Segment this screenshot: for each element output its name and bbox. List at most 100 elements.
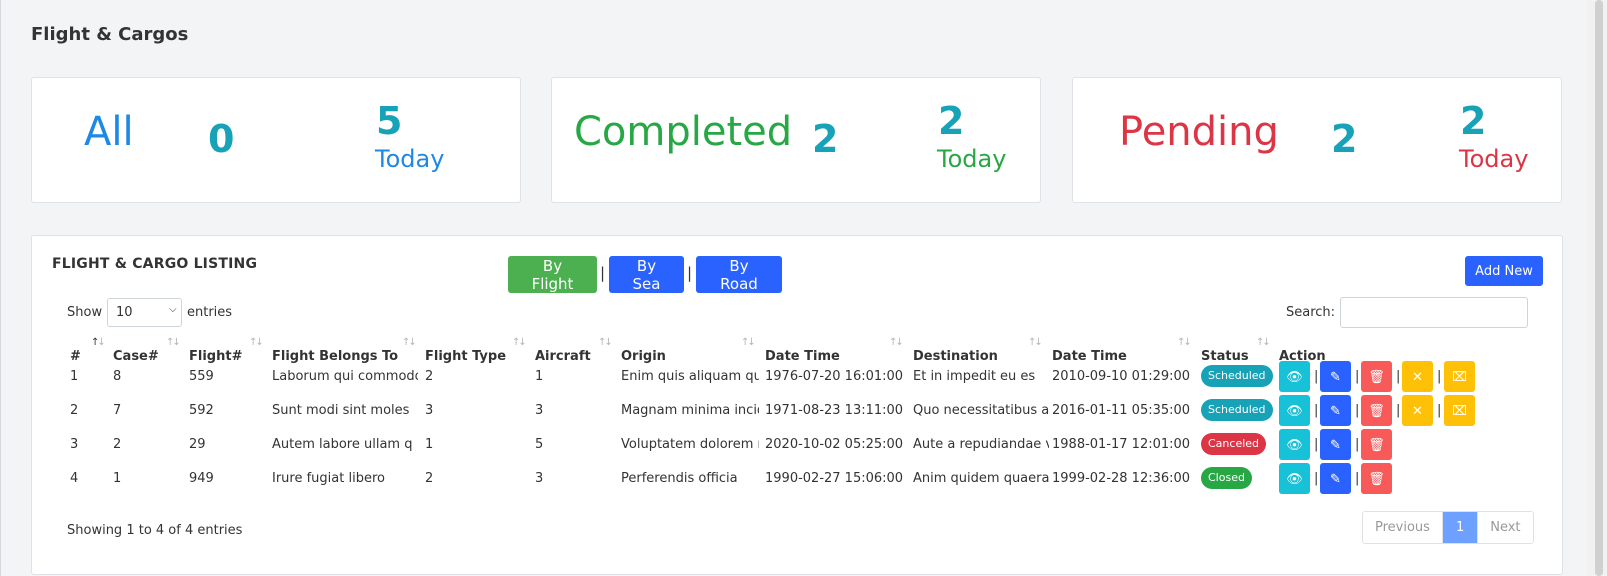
by-road-button[interactable]: By Road bbox=[696, 256, 782, 293]
delete-button[interactable]: 🗑 bbox=[1361, 429, 1392, 460]
stat-card-all: All 0 5 Today bbox=[31, 77, 521, 203]
stat-today-count: 5 bbox=[376, 99, 403, 143]
sort-icon[interactable]: ↑↓ bbox=[91, 337, 106, 348]
cell-flight-type: 1 bbox=[425, 437, 434, 452]
view-button[interactable]: 👁 bbox=[1279, 361, 1310, 392]
cell-destination: Quo necessitatibus a bbox=[913, 403, 1049, 418]
eye-icon: 👁 bbox=[1286, 368, 1303, 384]
cell-belongs-to: Autem labore ullam q bbox=[272, 437, 413, 452]
view-button[interactable]: 👁 bbox=[1279, 429, 1310, 460]
stat-count: 0 bbox=[208, 117, 235, 161]
sort-icon[interactable]: ↑↓ bbox=[512, 337, 527, 348]
show-label: Show bbox=[67, 305, 103, 320]
edit-button[interactable]: ✎ bbox=[1320, 463, 1351, 494]
status-badge: Closed bbox=[1201, 467, 1252, 489]
cell-aircraft: 1 bbox=[535, 369, 544, 384]
action-separator: | bbox=[1355, 369, 1360, 384]
close-case-button[interactable]: ⌧ bbox=[1444, 361, 1475, 392]
edit-icon: ✎ bbox=[1330, 470, 1341, 486]
sort-icon[interactable]: ↑↓ bbox=[1256, 337, 1271, 348]
by-sea-button[interactable]: By Sea bbox=[609, 256, 684, 293]
edit-icon: ✎ bbox=[1330, 368, 1341, 384]
add-new-button[interactable]: Add New bbox=[1465, 256, 1543, 286]
cell-destination-date-time: 2016-01-11 05:35:00 bbox=[1052, 403, 1191, 418]
view-button[interactable]: 👁 bbox=[1279, 463, 1310, 494]
cell-num: 1 bbox=[70, 369, 79, 384]
cell-origin: Perferendis officia bbox=[621, 471, 738, 486]
scrollbar-thumb[interactable] bbox=[1595, 0, 1603, 576]
stat-today-label: Today bbox=[375, 145, 445, 173]
sort-icon[interactable]: ↑↓ bbox=[402, 337, 417, 348]
cell-origin: Voluptatem dolorem r bbox=[621, 437, 759, 452]
cancel-button[interactable]: ✕ bbox=[1402, 395, 1433, 426]
action-separator: | bbox=[1437, 369, 1442, 384]
stat-card-pending: Pending 2 2 Today bbox=[1072, 77, 1562, 203]
edit-button[interactable]: ✎ bbox=[1320, 361, 1351, 392]
delete-button[interactable]: 🗑 bbox=[1361, 395, 1392, 426]
trash-icon: 🗑 bbox=[1368, 470, 1385, 486]
cell-aircraft: 5 bbox=[535, 437, 544, 452]
table-row: 3 2 29 Autem labore ullam q 1 5 Voluptat… bbox=[32, 428, 1564, 462]
cell-case: 2 bbox=[113, 437, 122, 452]
action-separator: | bbox=[1355, 471, 1360, 486]
action-separator: | bbox=[1437, 403, 1442, 418]
stat-card-completed: Completed 2 2 Today bbox=[551, 77, 1041, 203]
cell-flight: 29 bbox=[189, 437, 206, 452]
pagination: Previous 1 Next bbox=[1362, 511, 1534, 544]
status-badge: Scheduled bbox=[1201, 399, 1273, 421]
cell-num: 4 bbox=[70, 471, 79, 486]
sort-icon[interactable]: ↑↓ bbox=[741, 337, 756, 348]
entries-label: entries bbox=[187, 305, 233, 320]
pagination-page-1[interactable]: 1 bbox=[1442, 512, 1479, 543]
action-separator: | bbox=[1314, 471, 1319, 486]
cell-belongs-to: Irure fugiat libero bbox=[272, 471, 385, 486]
cell-flight-type: 2 bbox=[425, 369, 434, 384]
edit-button[interactable]: ✎ bbox=[1320, 429, 1351, 460]
table-row: 1 8 559 Laborum qui commodo 2 1 Enim qui… bbox=[32, 360, 1564, 394]
cell-belongs-to: Sunt modi sint moles bbox=[272, 403, 410, 418]
cell-flight: 949 bbox=[189, 471, 214, 486]
edit-button[interactable]: ✎ bbox=[1320, 395, 1351, 426]
cell-flight: 559 bbox=[189, 369, 214, 384]
search-input[interactable] bbox=[1340, 297, 1528, 328]
sort-icon[interactable]: ↑↓ bbox=[249, 337, 264, 348]
action-separator: | bbox=[1314, 437, 1319, 452]
sort-icon[interactable]: ↑↓ bbox=[1028, 337, 1043, 348]
cell-aircraft: 3 bbox=[535, 403, 544, 418]
sort-icon[interactable]: ↑↓ bbox=[1177, 337, 1192, 348]
delete-button[interactable]: 🗑 bbox=[1361, 463, 1392, 494]
cell-destination: Aute a repudiandae v bbox=[913, 437, 1049, 452]
page-left-border bbox=[0, 0, 1, 576]
status-badge: Scheduled bbox=[1201, 365, 1273, 387]
cell-flight-type: 3 bbox=[425, 403, 434, 418]
edit-icon: ✎ bbox=[1330, 402, 1341, 418]
cell-num: 2 bbox=[70, 403, 79, 418]
view-button[interactable]: 👁 bbox=[1279, 395, 1310, 426]
by-flight-button[interactable]: By Flight bbox=[508, 256, 597, 293]
stat-today-count: 2 bbox=[1460, 99, 1487, 143]
cell-aircraft: 3 bbox=[535, 471, 544, 486]
stat-label: Completed bbox=[574, 109, 793, 155]
cell-origin-date-time: 2020-10-02 05:25:00 bbox=[765, 437, 904, 452]
entries-select-value: 10 bbox=[116, 305, 133, 320]
cell-case: 8 bbox=[113, 369, 122, 384]
status-badge: Canceled bbox=[1201, 433, 1267, 455]
sort-icon[interactable]: ↑↓ bbox=[166, 337, 181, 348]
delete-button[interactable]: 🗑 bbox=[1361, 361, 1392, 392]
pagination-next[interactable]: Next bbox=[1478, 512, 1533, 543]
pagination-previous[interactable]: Previous bbox=[1363, 512, 1443, 543]
cell-belongs-to: Laborum qui commodo bbox=[272, 369, 418, 384]
cell-destination-date-time: 2010-09-10 01:29:00 bbox=[1052, 369, 1191, 384]
page-title: Flight & Cargos bbox=[31, 24, 189, 45]
entries-select[interactable]: 10 bbox=[107, 298, 182, 327]
cell-origin: Enim quis aliquam qu bbox=[621, 369, 759, 384]
cell-flight-type: 2 bbox=[425, 471, 434, 486]
sort-icon[interactable]: ↑↓ bbox=[598, 337, 613, 348]
close-case-button[interactable]: ⌧ bbox=[1444, 395, 1475, 426]
close-box-icon: ⌧ bbox=[1452, 368, 1467, 384]
stat-today-label: Today bbox=[1459, 145, 1529, 173]
listing-title: FLIGHT & CARGO LISTING bbox=[52, 256, 258, 272]
cancel-button[interactable]: ✕ bbox=[1402, 361, 1433, 392]
sort-icon[interactable]: ↑↓ bbox=[889, 337, 904, 348]
table-row: 4 1 949 Irure fugiat libero 2 3 Perferen… bbox=[32, 462, 1564, 496]
